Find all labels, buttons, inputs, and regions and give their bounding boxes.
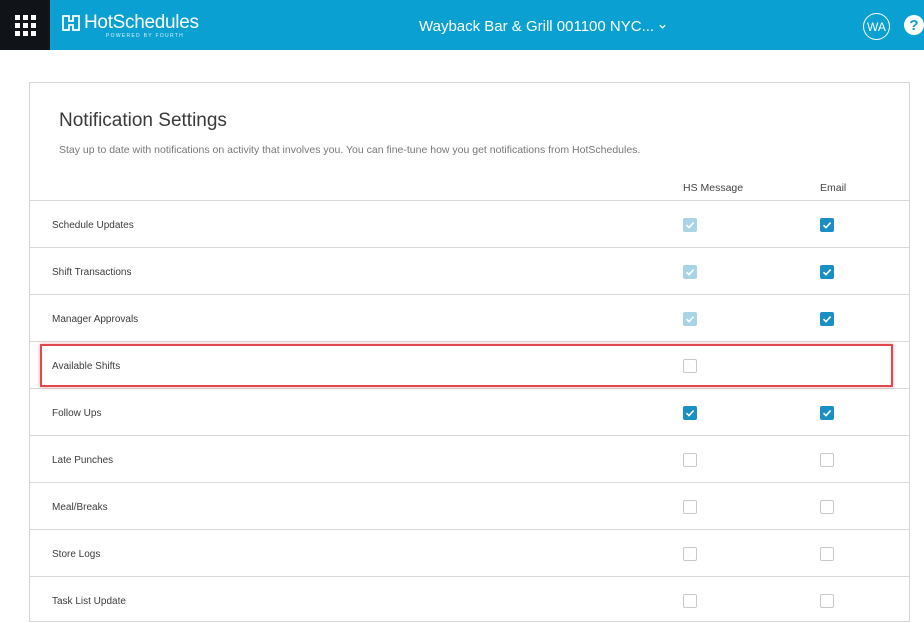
grid-icon bbox=[14, 14, 36, 36]
notification-row-label: Late Punches bbox=[52, 455, 114, 466]
notification-list: Schedule Updates Shift Transactions Manage… bbox=[30, 200, 909, 623]
hs-message-checkbox[interactable] bbox=[683, 359, 697, 373]
hs-message-checkbox[interactable] bbox=[683, 547, 697, 561]
notification-row-label: Schedule Updates bbox=[52, 220, 134, 231]
brand-tagline: POWERED BY FOURTH bbox=[106, 33, 185, 39]
notification-row: Task List Update bbox=[30, 576, 909, 623]
checkmark-icon bbox=[685, 316, 695, 323]
notification-row-label: Store Logs bbox=[52, 549, 101, 560]
store-selector[interactable]: Wayback Bar & Grill 001100 NYC... bbox=[419, 16, 667, 36]
hs-message-checkbox[interactable] bbox=[683, 218, 697, 232]
hs-message-checkbox[interactable] bbox=[683, 312, 697, 326]
hs-message-checkbox[interactable] bbox=[683, 406, 697, 420]
notification-row: Available Shifts bbox=[30, 341, 909, 388]
notification-settings-card: Notification Settings Stay up to date wi… bbox=[29, 82, 910, 622]
brand-name: HotSchedules bbox=[84, 12, 199, 33]
checkmark-icon bbox=[685, 269, 695, 276]
notification-row-label: Manager Approvals bbox=[52, 314, 139, 325]
notification-row: Store Logs bbox=[30, 529, 909, 576]
notification-row: Meal/Breaks bbox=[30, 482, 909, 529]
hs-message-checkbox[interactable] bbox=[683, 453, 697, 467]
logo-mark-icon bbox=[62, 15, 80, 31]
hotschedules-logo[interactable]: HotSchedules POWERED BY FOURTH bbox=[61, 13, 199, 39]
top-bar: HotSchedules POWERED BY FOURTH Wayback B… bbox=[0, 0, 924, 50]
notification-row: Manager Approvals bbox=[30, 294, 909, 341]
app-launcher-button[interactable] bbox=[0, 0, 50, 50]
chevron-down-icon bbox=[659, 24, 666, 29]
column-header-hs-message: HS Message bbox=[683, 182, 744, 194]
hs-message-checkbox[interactable] bbox=[683, 265, 697, 279]
notification-row: Follow Ups bbox=[30, 388, 909, 435]
notification-row-label: Meal/Breaks bbox=[52, 502, 108, 513]
hs-message-checkbox[interactable] bbox=[683, 500, 697, 514]
checkmark-icon bbox=[822, 222, 832, 229]
notification-row-label: Task List Update bbox=[52, 596, 126, 607]
email-checkbox[interactable] bbox=[820, 500, 834, 514]
column-header-email: Email bbox=[820, 182, 847, 194]
help-icon[interactable]: ? bbox=[904, 15, 924, 35]
store-name: Wayback Bar & Grill 001100 NYC... bbox=[419, 17, 655, 35]
email-checkbox[interactable] bbox=[820, 453, 834, 467]
email-checkbox[interactable] bbox=[820, 218, 834, 232]
checkmark-icon bbox=[822, 410, 832, 417]
checkmark-icon bbox=[822, 316, 832, 323]
email-checkbox[interactable] bbox=[820, 406, 834, 420]
notification-row: Schedule Updates bbox=[30, 200, 909, 247]
user-avatar[interactable]: WA bbox=[863, 13, 890, 40]
page-title: Notification Settings bbox=[59, 110, 227, 131]
notification-row-label: Follow Ups bbox=[52, 408, 102, 419]
email-checkbox[interactable] bbox=[820, 547, 834, 561]
checkmark-icon bbox=[822, 269, 832, 276]
page-subtitle: Stay up to date with notifications on ac… bbox=[59, 144, 641, 156]
notification-row: Shift Transactions bbox=[30, 247, 909, 294]
checkmark-icon bbox=[685, 222, 695, 229]
notification-row: Late Punches bbox=[30, 435, 909, 482]
email-checkbox[interactable] bbox=[820, 594, 834, 608]
email-checkbox[interactable] bbox=[820, 312, 834, 326]
email-checkbox[interactable] bbox=[820, 265, 834, 279]
notification-row-label: Available Shifts bbox=[52, 361, 121, 372]
checkmark-icon bbox=[685, 410, 695, 417]
notification-row-label: Shift Transactions bbox=[52, 267, 132, 278]
hs-message-checkbox[interactable] bbox=[683, 594, 697, 608]
